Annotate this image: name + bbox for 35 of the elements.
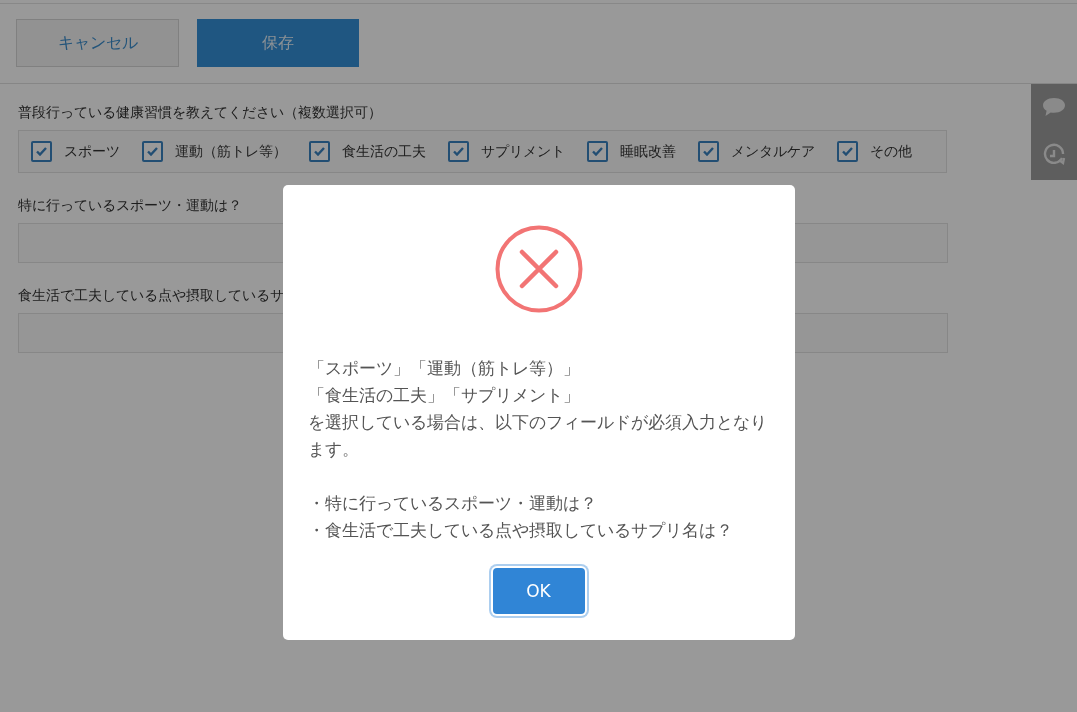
error-icon	[494, 225, 583, 313]
check-icon	[592, 147, 603, 156]
option-label: スポーツ	[64, 142, 120, 161]
option-label: その他	[870, 142, 912, 161]
check-icon	[314, 147, 325, 156]
field-label: 特に行っているスポーツ・運動は？	[18, 197, 243, 215]
option-label: メンタルケア	[731, 142, 815, 161]
check-icon	[842, 147, 853, 156]
checkbox[interactable]	[587, 141, 608, 162]
save-button[interactable]: 保存	[197, 19, 359, 67]
checkbox[interactable]	[698, 141, 719, 162]
history-icon[interactable]	[1042, 143, 1066, 167]
option-label: 食生活の工夫	[342, 142, 426, 161]
cancel-button[interactable]: キャンセル	[16, 19, 179, 67]
checkbox[interactable]	[837, 141, 858, 162]
check-icon	[703, 147, 714, 156]
checkbox[interactable]	[31, 141, 52, 162]
dialog-text: 「スポーツ」「運動（筋トレ等）」	[307, 357, 581, 380]
option-label: 睡眠改善	[620, 142, 676, 161]
checkbox[interactable]	[309, 141, 330, 162]
dialog-text: 「食生活の工夫」「サプリメント」	[307, 384, 581, 407]
ok-button[interactable]: OK	[492, 568, 585, 614]
checkbox[interactable]	[448, 141, 469, 162]
option-label: サプリメント	[481, 142, 565, 161]
chat-icon[interactable]	[1042, 97, 1066, 117]
dialog-text: を選択している場合は、以下のフィールドが必須入力となります。	[307, 411, 768, 461]
option-label: 運動（筋トレ等）	[175, 142, 287, 161]
check-icon	[36, 147, 47, 156]
field-label: 食生活で工夫している点や摂取しているサ	[18, 287, 285, 305]
check-icon	[147, 147, 158, 156]
dialog-list-item: ・食生活で工夫している点や摂取しているサプリ名は？	[307, 519, 734, 542]
checkbox[interactable]	[142, 141, 163, 162]
check-icon	[453, 147, 464, 156]
dialog-list-item: ・特に行っているスポーツ・運動は？	[307, 492, 598, 515]
question-label: 普段行っている健康習慣を教えてください（複数選択可）	[18, 104, 383, 122]
